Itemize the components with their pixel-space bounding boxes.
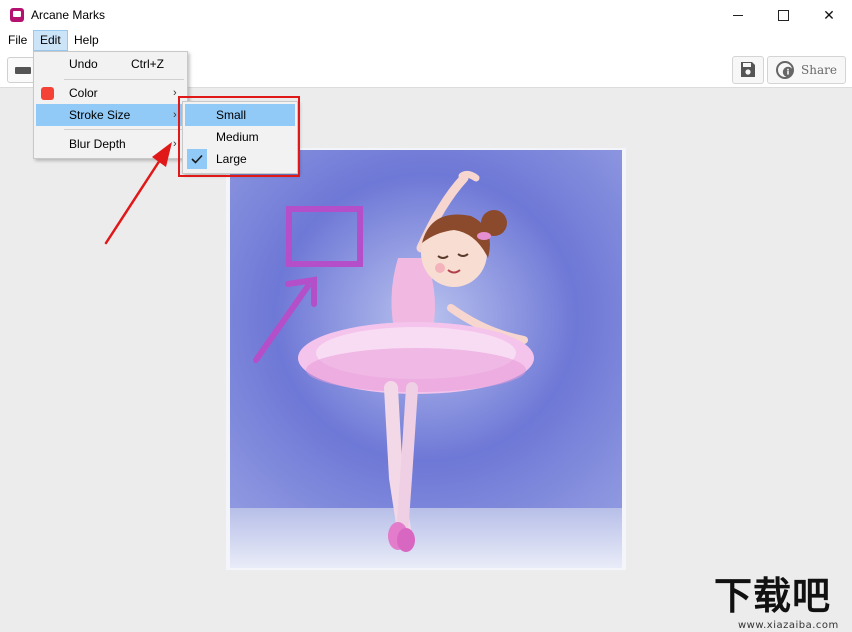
minimize-icon (733, 14, 743, 16)
undo-shortcut: Ctrl+Z (131, 57, 164, 71)
close-button[interactable]: ✕ (806, 0, 852, 30)
medium-label: Medium (216, 130, 259, 144)
large-label: Large (216, 152, 247, 166)
checkmark-icon (187, 149, 207, 169)
watermark-logo: 下载吧 www.xiazaiba.com (714, 574, 852, 632)
undo-label: Undo (69, 57, 98, 71)
menu-item-stroke-size[interactable]: Stroke Size › (36, 104, 185, 126)
menu-edit[interactable]: Edit (33, 30, 68, 51)
submenu-item-large[interactable]: Large (185, 148, 295, 170)
canvas-image[interactable] (226, 148, 626, 570)
save-button[interactable] (732, 56, 764, 84)
share-icon (776, 61, 794, 79)
menu-help[interactable]: Help (68, 31, 105, 50)
watermark-text: 下载吧 (714, 574, 832, 618)
menu-item-blur-depth[interactable]: Blur Depth › (36, 133, 185, 155)
chevron-right-icon: › (173, 87, 177, 99)
close-icon: ✕ (823, 6, 835, 23)
minimize-button[interactable] (715, 0, 761, 30)
maximize-icon (777, 9, 789, 21)
menu-separator (64, 129, 184, 130)
stroke-size-label: Stroke Size (69, 108, 131, 122)
tool-icon (15, 67, 31, 74)
submenu-item-small[interactable]: Small (185, 104, 295, 126)
menu-item-undo[interactable]: Undo Ctrl+Z (36, 53, 185, 75)
small-label: Small (216, 108, 247, 122)
stroke-size-submenu: Small Medium Large (182, 101, 298, 174)
color-label: Color (69, 86, 98, 100)
window-title: Arcane Marks (31, 8, 106, 22)
chevron-right-icon: › (173, 109, 177, 121)
title-bar: Arcane Marks ✕ (0, 0, 852, 30)
maximize-button[interactable] (760, 0, 806, 30)
menu-file[interactable]: File (2, 31, 33, 50)
share-button[interactable]: Share (767, 56, 846, 84)
app-icon (10, 8, 24, 22)
share-label: Share (801, 63, 837, 77)
menu-bar: File Edit Help (0, 30, 852, 51)
submenu-item-medium[interactable]: Medium (185, 126, 295, 148)
chevron-right-icon: › (173, 138, 177, 150)
blur-depth-label: Blur Depth (69, 137, 126, 151)
menu-separator (64, 79, 184, 80)
watermark-url: www.xiazaiba.com (738, 620, 839, 631)
menu-item-color[interactable]: Color › (36, 82, 185, 104)
save-icon (741, 62, 755, 77)
edit-menu-dropdown: Undo Ctrl+Z Color › Stroke Size › Blur D… (33, 51, 188, 159)
color-swatch-icon (41, 87, 54, 100)
